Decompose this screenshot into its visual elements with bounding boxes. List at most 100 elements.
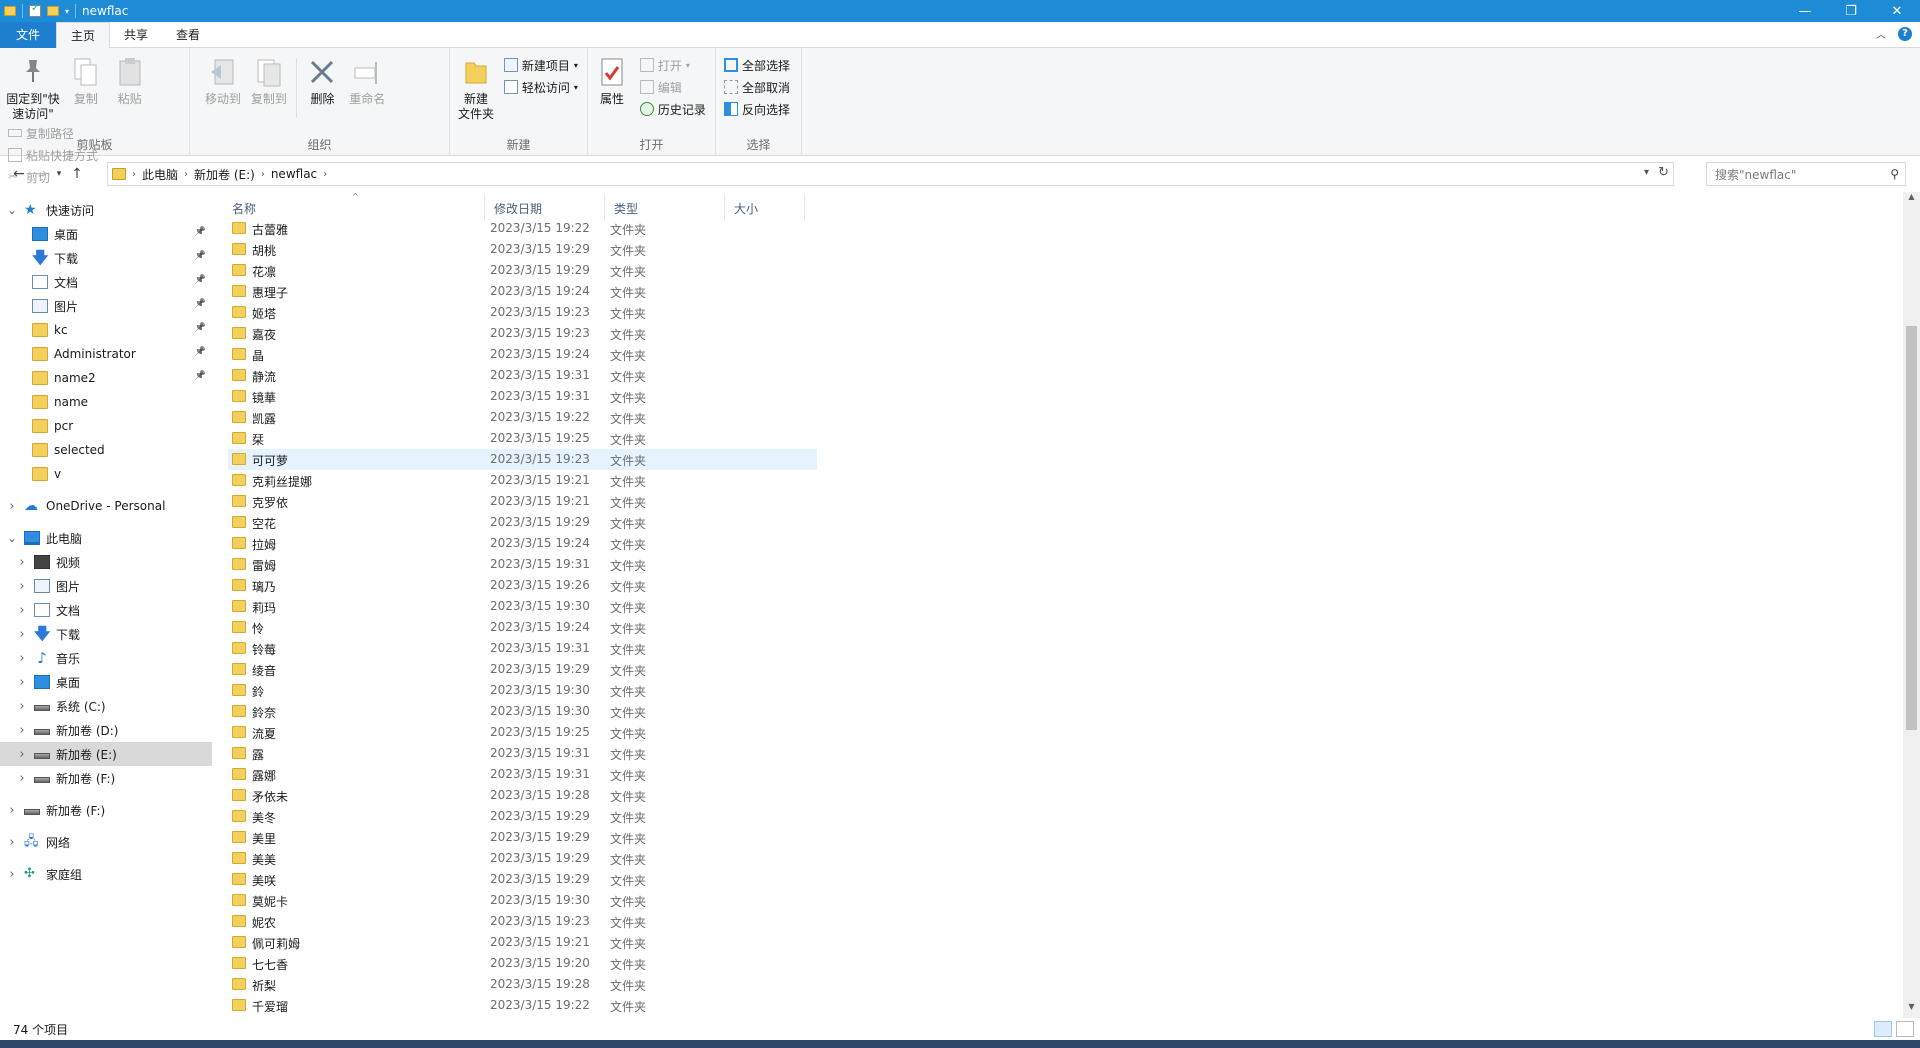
table-row[interactable]: 七七香 2023/3/15 19:20 文件夹 xyxy=(228,953,817,974)
nav-pc-item[interactable]: › 新加卷 (F:) xyxy=(0,766,212,790)
up-button[interactable]: ↑ xyxy=(66,162,88,186)
expand-chevron-right-icon[interactable]: › xyxy=(16,651,28,666)
tab-file[interactable]: 文件 xyxy=(0,21,57,48)
nav-this-pc[interactable]: ⌄ 此电脑 xyxy=(0,526,212,550)
nav-pc-item[interactable]: › 图片 xyxy=(0,574,212,598)
scrollbar-thumb[interactable] xyxy=(1906,326,1917,730)
customize-toolbar-dropdown-icon[interactable]: ▾ xyxy=(65,7,69,16)
table-row[interactable]: 古蕾雅 2023/3/15 19:22 文件夹 xyxy=(228,218,817,239)
invert-selection-button[interactable]: 反向选择 xyxy=(724,100,790,118)
table-row[interactable]: 璃乃 2023/3/15 19:26 文件夹 xyxy=(228,575,817,596)
table-row[interactable]: 流夏 2023/3/15 19:25 文件夹 xyxy=(228,722,817,743)
nav-item-v[interactable]: v xyxy=(0,462,212,486)
expand-chevron-right-icon[interactable]: › xyxy=(16,579,28,594)
column-divider[interactable] xyxy=(604,194,605,220)
pin-icon[interactable]: 📌 xyxy=(195,323,206,333)
expand-chevron-right-icon[interactable]: › xyxy=(16,723,28,738)
nav-pc-item[interactable]: › 新加卷 (E:) xyxy=(0,742,212,766)
new-item-button[interactable]: 新建项目 ▾ xyxy=(503,56,578,74)
maximize-button[interactable]: ❐ xyxy=(1828,0,1874,22)
expand-chevron-right-icon[interactable]: › xyxy=(6,803,18,818)
column-divider[interactable] xyxy=(804,194,805,220)
address-dropdown-icon[interactable]: ▾ xyxy=(1644,167,1649,178)
search-input[interactable]: 搜索"newflac" ⚲ xyxy=(1706,162,1906,186)
table-row[interactable]: 莫妮卡 2023/3/15 19:30 文件夹 xyxy=(228,890,817,911)
edit-button[interactable]: 编辑 xyxy=(639,78,706,96)
table-row[interactable]: 鈴奈 2023/3/15 19:30 文件夹 xyxy=(228,701,817,722)
nav-pc-item[interactable]: › 新加卷 (D:) xyxy=(0,718,212,742)
table-row[interactable]: 绫音 2023/3/15 19:29 文件夹 xyxy=(228,659,817,680)
nav-item-name[interactable]: name xyxy=(0,390,212,414)
nav-pc-item[interactable]: › 桌面 xyxy=(0,670,212,694)
expand-chevron-right-icon[interactable]: › xyxy=(6,867,18,882)
copy-button[interactable]: 复制 xyxy=(66,54,106,107)
table-row[interactable]: 姬塔 2023/3/15 19:23 文件夹 xyxy=(228,302,817,323)
expand-chevron-right-icon[interactable]: › xyxy=(16,555,28,570)
table-row[interactable]: 晶 2023/3/15 19:24 文件夹 xyxy=(228,344,817,365)
nav-pc-item[interactable]: › 视频 xyxy=(0,550,212,574)
properties-button[interactable]: 属性 xyxy=(592,54,632,107)
scroll-up-icon[interactable]: ▲ xyxy=(1903,192,1920,208)
table-row[interactable]: 花凛 2023/3/15 19:29 文件夹 xyxy=(228,260,817,281)
breadcrumb-newflac[interactable]: newflac xyxy=(265,167,323,181)
pin-icon[interactable]: 📌 xyxy=(195,275,206,285)
minimize-button[interactable]: — xyxy=(1782,0,1828,22)
expand-chevron-right-icon[interactable]: › xyxy=(16,627,28,642)
nav-item-name2[interactable]: name2 📌 xyxy=(0,366,212,390)
breadcrumb-drive-e[interactable]: 新加卷 (E:) xyxy=(188,166,261,183)
table-row[interactable]: 克罗依 2023/3/15 19:21 文件夹 xyxy=(228,491,817,512)
nav-item-桌面[interactable]: 桌面 📌 xyxy=(0,222,212,246)
nav-homegroup[interactable]: › ✣ 家庭组 xyxy=(0,862,212,886)
nav-network[interactable]: › 🖧 网络 xyxy=(0,830,212,854)
tab-share[interactable]: 共享 xyxy=(110,22,162,48)
table-row[interactable]: 克莉丝提娜 2023/3/15 19:21 文件夹 xyxy=(228,470,817,491)
refresh-icon[interactable]: ↻ xyxy=(1658,165,1669,180)
table-row[interactable]: 镜華 2023/3/15 19:31 文件夹 xyxy=(228,386,817,407)
nav-item-下载[interactable]: 🡇 下载 📌 xyxy=(0,246,212,270)
expand-chevron-right-icon[interactable]: › xyxy=(16,771,28,786)
open-button[interactable]: 打开 ▾ xyxy=(639,56,706,74)
column-date[interactable]: 修改日期 xyxy=(494,200,542,217)
tab-view[interactable]: 查看 xyxy=(162,22,214,48)
history-button[interactable]: 历史记录 xyxy=(639,100,706,118)
nav-pc-item[interactable]: › 系统 (C:) xyxy=(0,694,212,718)
table-row[interactable]: 美咲 2023/3/15 19:29 文件夹 xyxy=(228,869,817,890)
rename-button[interactable]: 重命名 xyxy=(346,54,388,107)
forward-button[interactable]: → xyxy=(30,162,52,186)
column-type[interactable]: 类型 xyxy=(614,200,638,217)
column-name[interactable]: 名称 xyxy=(232,200,256,217)
table-row[interactable]: 静流 2023/3/15 19:31 文件夹 xyxy=(228,365,817,386)
column-divider[interactable] xyxy=(724,194,725,220)
nav-item-文档[interactable]: 文档 📌 xyxy=(0,270,212,294)
pin-icon[interactable]: 📌 xyxy=(195,299,206,309)
table-row[interactable]: 莉玛 2023/3/15 19:30 文件夹 xyxy=(228,596,817,617)
copy-to-button[interactable]: 复制到 xyxy=(248,54,290,107)
collapse-ribbon-icon[interactable]: ︿ xyxy=(1876,26,1886,41)
nav-item-kc[interactable]: kc 📌 xyxy=(0,318,212,342)
expand-chevron-right-icon[interactable]: › xyxy=(16,603,28,618)
back-button[interactable]: ← xyxy=(8,162,30,186)
pin-icon[interactable]: 📌 xyxy=(195,251,206,261)
expand-chevron-down-icon[interactable]: ⌄ xyxy=(6,203,18,217)
nav-item-administrator[interactable]: Administrator 📌 xyxy=(0,342,212,366)
tab-home[interactable]: 主页 xyxy=(56,21,111,49)
table-row[interactable]: 嘉夜 2023/3/15 19:23 文件夹 xyxy=(228,323,817,344)
delete-button[interactable]: 删除 xyxy=(302,54,342,107)
vertical-scrollbar[interactable]: ▲ ▼ xyxy=(1903,192,1920,1018)
nav-item-selected[interactable]: selected xyxy=(0,438,212,462)
select-none-button[interactable]: 全部取消 xyxy=(724,78,790,96)
table-row[interactable]: 妮农 2023/3/15 19:23 文件夹 xyxy=(228,911,817,932)
close-button[interactable]: ✕ xyxy=(1874,0,1920,22)
table-row[interactable]: 铃莓 2023/3/15 19:31 文件夹 xyxy=(228,638,817,659)
table-row[interactable]: 祈梨 2023/3/15 19:28 文件夹 xyxy=(228,974,817,995)
table-row[interactable]: 栞 2023/3/15 19:25 文件夹 xyxy=(228,428,817,449)
column-size[interactable]: 大小 xyxy=(734,200,758,217)
expand-chevron-right-icon[interactable]: › xyxy=(16,675,28,690)
table-row[interactable]: 可可萝 2023/3/15 19:23 文件夹 xyxy=(228,449,817,470)
table-row[interactable]: 拉姆 2023/3/15 19:24 文件夹 xyxy=(228,533,817,554)
expand-chevron-right-icon[interactable]: › xyxy=(6,499,18,514)
pin-icon[interactable]: 📌 xyxy=(195,371,206,381)
nav-quick-access[interactable]: ⌄ ★ 快速访问 xyxy=(0,198,212,222)
expand-chevron-right-icon[interactable]: › xyxy=(16,747,28,762)
nav-pc-item[interactable]: › ♪ 音乐 xyxy=(0,646,212,670)
